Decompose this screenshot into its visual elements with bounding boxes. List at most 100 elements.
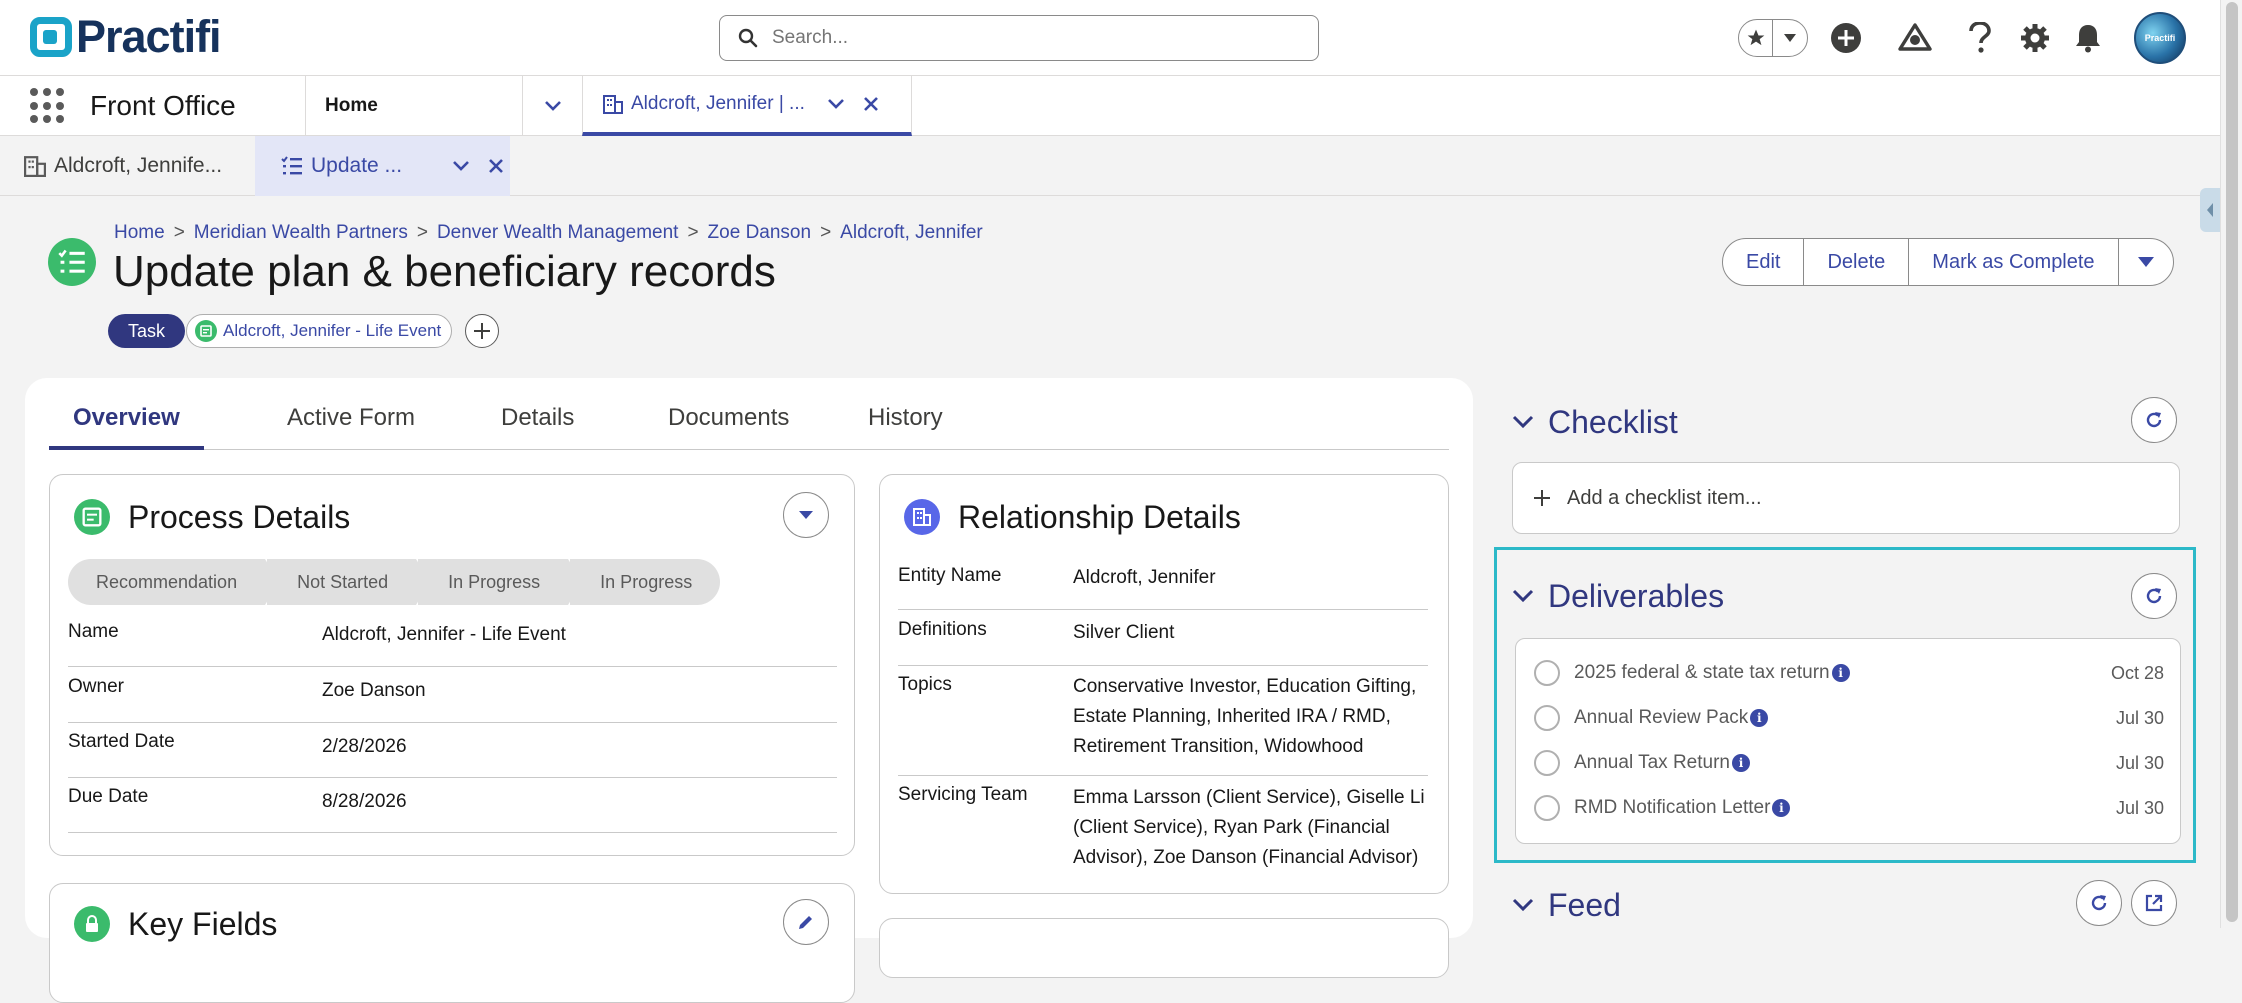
help-button[interactable] [1960, 18, 2000, 58]
setup-button[interactable] [2015, 18, 2055, 58]
deliverables-header[interactable]: Deliverables [1512, 576, 1724, 616]
feed-refresh-button[interactable] [2076, 880, 2122, 926]
plus-icon [1534, 490, 1550, 506]
building-icon [24, 156, 46, 177]
deliverable-date: Jul 30 [2115, 797, 2164, 818]
chevron-down-icon[interactable] [452, 160, 470, 172]
stage-not-started[interactable]: Not Started [267, 559, 431, 605]
favorites-star-icon[interactable] [1739, 20, 1773, 56]
search-input[interactable] [770, 26, 1290, 50]
info-icon[interactable]: i [1831, 664, 1850, 682]
pencil-icon [799, 916, 812, 929]
scrollbar-thumb[interactable] [2226, 2, 2238, 922]
deliverable-item: Annual Tax Return i Jul 30 [1534, 743, 2164, 783]
edit-key-fields-button[interactable] [783, 899, 829, 945]
chevron-down-icon[interactable] [827, 98, 845, 110]
value-line: Silver Client [1073, 622, 1175, 643]
deliverable-item: RMD Notification Letter i Jul 30 [1534, 788, 2164, 828]
edit-button[interactable]: Edit [1723, 239, 1805, 285]
add-checklist-item[interactable]: Add a checklist item... [1512, 462, 2180, 534]
waffle-icon [43, 115, 51, 124]
user-avatar[interactable]: Practifi [2134, 12, 2186, 64]
tab-history[interactable]: History [844, 404, 967, 450]
avatar-text: Practifi [2144, 33, 2176, 43]
page-title: Update plan & beneficiary records [113, 247, 776, 296]
deliverables-refresh-button[interactable] [2131, 573, 2177, 619]
page-scrollbar[interactable] [2220, 0, 2242, 928]
mark-complete-button[interactable]: Mark as Complete [1909, 239, 2119, 285]
breadcrumb-link[interactable]: Meridian Wealth Partners [194, 222, 408, 243]
utility-panel-toggle[interactable] [2200, 188, 2220, 232]
deliverable-name[interactable]: Annual Tax Return [1574, 752, 1730, 774]
process-icon [195, 320, 217, 342]
deliverable-name[interactable]: Annual Review Pack [1574, 707, 1748, 729]
process-menu-button[interactable] [783, 492, 829, 538]
key-fields-title: Key Fields [128, 906, 278, 942]
global-search[interactable] [719, 15, 1319, 61]
add-checklist-placeholder: Add a checklist item... [1567, 486, 1762, 509]
record-actions: Edit Delete Mark as Complete [1722, 238, 2174, 286]
workspace-tab-aldcroft[interactable]: Aldcroft, Jennifer | ... [582, 76, 912, 136]
tab-documents[interactable]: Documents [644, 404, 813, 450]
trailhead-button[interactable] [1895, 18, 1935, 58]
subtab-update-label: Update ... [311, 154, 403, 177]
breadcrumb-separator: > [687, 222, 699, 243]
relationship-details-title: Relationship Details [958, 499, 1241, 535]
info-icon[interactable]: i [1772, 799, 1791, 817]
subtab-aldcroft[interactable]: Aldcroft, Jennife... [0, 136, 255, 196]
deliverable-checkbox[interactable] [1534, 705, 1560, 731]
favorites-dropdown-icon[interactable] [1773, 33, 1807, 43]
record-type-badge: Task [108, 314, 186, 348]
dropdown-icon [799, 511, 813, 519]
gear-icon [2021, 24, 2049, 52]
add-related-button[interactable] [465, 314, 499, 348]
info-icon[interactable]: i [1731, 754, 1750, 772]
deliverable-checkbox[interactable] [1534, 795, 1560, 821]
tab-overview[interactable]: Overview [49, 404, 204, 450]
field-value: Aldcroft, Jennifer [1073, 563, 1216, 593]
deliverable-checkbox[interactable] [1534, 750, 1560, 776]
nav-item-home[interactable]: Home [305, 76, 520, 136]
tab-active-form[interactable]: Active Form [263, 404, 439, 450]
chevron-down-icon [1512, 898, 1534, 912]
record-tabs: Overview Active Form Details Documents H… [49, 378, 1449, 450]
favorites-group[interactable] [1738, 19, 1808, 57]
global-create-button[interactable] [1826, 18, 1866, 58]
stage-in-progress[interactable]: In Progress [418, 559, 583, 605]
breadcrumb-link[interactable]: Home [114, 222, 165, 243]
feed-popout-button[interactable] [2131, 880, 2177, 926]
close-icon[interactable] [488, 158, 504, 174]
subtab-update[interactable]: Update ... [255, 136, 510, 196]
deliverable-checkbox[interactable] [1534, 660, 1560, 686]
stage-recommendation[interactable]: Recommendation [68, 559, 280, 605]
close-icon[interactable] [863, 96, 879, 112]
deliverable-date: Oct 28 [2110, 662, 2164, 683]
breadcrumb-link[interactable]: Zoe Danson [708, 222, 812, 243]
field-value: Aldcroft, Jennifer - Life Event [322, 624, 566, 645]
field-row-owner: Owner Zoe Danson [68, 668, 837, 723]
feed-header[interactable]: Feed [1512, 885, 1621, 925]
nav-overflow-button[interactable] [522, 76, 582, 136]
more-actions-button[interactable] [2119, 239, 2173, 285]
practifi-logo[interactable]: Practifi [30, 11, 222, 62]
waffle-icon [56, 88, 64, 96]
field-label: Definitions [898, 619, 987, 640]
owner-link[interactable]: Zoe Danson [322, 676, 426, 706]
notifications-button[interactable] [2068, 18, 2108, 58]
global-header: Practifi Practifi [0, 0, 2220, 76]
deliverable-name[interactable]: RMD Notification Letter [1574, 797, 1770, 819]
app-launcher-button[interactable] [30, 88, 66, 124]
stage-path: Recommendation Not Started In Progress I… [68, 559, 722, 605]
delete-button[interactable]: Delete [1804, 239, 1910, 285]
tab-details[interactable]: Details [477, 404, 598, 450]
external-link-icon [2145, 894, 2163, 912]
related-record-pill[interactable]: Aldcroft, Jennifer - Life Event [186, 314, 453, 348]
info-icon[interactable]: i [1750, 709, 1769, 727]
breadcrumb-link[interactable]: Aldcroft, Jennifer [840, 222, 983, 243]
deliverable-name[interactable]: 2025 federal & state tax return [1574, 662, 1830, 684]
stage-in-progress[interactable]: In Progress [570, 559, 721, 605]
checklist-header[interactable]: Checklist [1512, 402, 1678, 442]
deliverables-list: 2025 federal & state tax return i Oct 28… [1515, 638, 2181, 844]
checklist-refresh-button[interactable] [2131, 397, 2177, 443]
breadcrumb-link[interactable]: Denver Wealth Management [437, 222, 679, 243]
